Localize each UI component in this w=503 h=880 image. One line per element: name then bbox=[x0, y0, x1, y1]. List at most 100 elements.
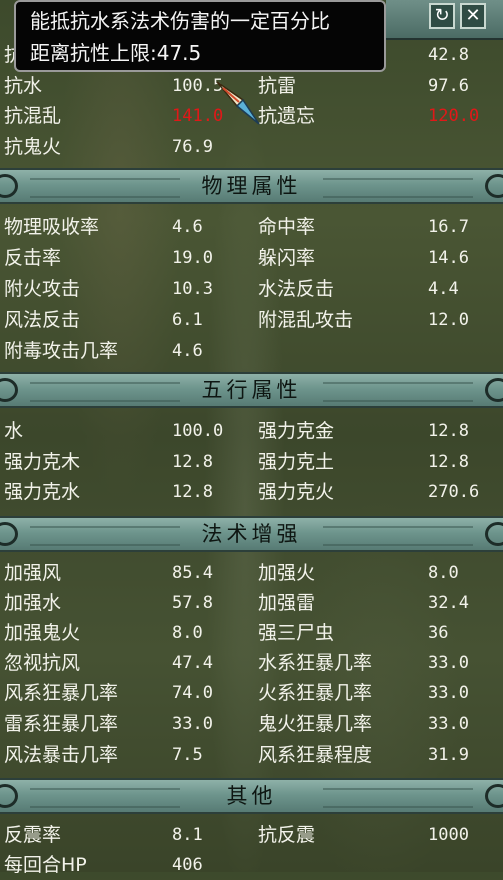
stat-value: 12.8 bbox=[172, 452, 213, 472]
stat-value: 42.8 bbox=[428, 45, 469, 65]
stat-label: 抗鬼火 bbox=[4, 136, 62, 158]
stat-label: 风系狂暴程度 bbox=[258, 744, 373, 766]
stat-value: 4.4 bbox=[428, 279, 459, 299]
stat-value: 47.4 bbox=[172, 653, 213, 673]
stat-value: 12.0 bbox=[428, 310, 469, 330]
stat-value: 33.0 bbox=[428, 714, 469, 734]
close-icon: ✕ bbox=[465, 5, 481, 26]
stat-value: 120.0 bbox=[428, 106, 480, 126]
stat-label: 反震率 bbox=[4, 824, 62, 846]
stat-label: 强力克水 bbox=[4, 481, 81, 503]
stat-label: 风法暴击几率 bbox=[4, 744, 119, 766]
stat-value: 8.0 bbox=[172, 623, 203, 643]
stat-value: 76.9 bbox=[172, 137, 213, 157]
stat-value: 270.6 bbox=[428, 482, 480, 502]
stat-value: 4.6 bbox=[172, 217, 203, 237]
stat-label: 强力克火 bbox=[258, 481, 335, 503]
stat-row: 风法暴击几率 7.5 风系狂暴程度 31.9 bbox=[0, 740, 503, 770]
stat-label: 附混乱攻击 bbox=[258, 309, 354, 331]
stat-value: 85.4 bbox=[172, 563, 213, 583]
section-title: 其他 bbox=[226, 784, 277, 808]
stat-value: 16.7 bbox=[428, 217, 469, 237]
section-header-magic: 法术增强 bbox=[0, 516, 503, 552]
stat-value: 14.6 bbox=[428, 248, 469, 268]
close-button[interactable]: ✕ bbox=[460, 3, 486, 29]
stat-value: 33.0 bbox=[172, 714, 213, 734]
stat-label: 雷系狂暴几率 bbox=[4, 713, 119, 735]
stat-row: 风系狂暴几率 74.0 火系狂暴几率 33.0 bbox=[0, 678, 503, 708]
refresh-button[interactable]: ↻ bbox=[429, 3, 455, 29]
stat-value: 36 bbox=[428, 623, 449, 643]
stat-value: 100.0 bbox=[172, 421, 224, 441]
tooltip: 能抵抗水系法术伤害的一定百分比 距离抗性上限:47.5 bbox=[14, 0, 386, 72]
stat-value: 4.6 bbox=[172, 341, 203, 361]
stat-label: 加强雷 bbox=[258, 592, 316, 614]
stat-value: 1000 bbox=[428, 825, 469, 845]
section-title: 五行属性 bbox=[201, 378, 302, 402]
stat-label: 强三尸虫 bbox=[258, 622, 335, 644]
stat-label: 附火攻击 bbox=[4, 278, 81, 300]
stat-label: 抗遗忘 bbox=[258, 105, 316, 127]
stat-label: 强力克木 bbox=[4, 451, 81, 473]
stat-label: 抗混乱 bbox=[4, 105, 62, 127]
stat-row: 忽视抗风 47.4 水系狂暴几率 33.0 bbox=[0, 648, 503, 678]
stat-row: 强力克木 12.8 强力克土 12.8 bbox=[0, 447, 503, 477]
stat-label: 风系狂暴几率 bbox=[4, 682, 119, 704]
stat-label: 命中率 bbox=[258, 216, 316, 238]
stat-value: 97.6 bbox=[428, 76, 469, 96]
stat-value: 8.0 bbox=[428, 563, 459, 583]
stat-label: 抗反震 bbox=[258, 824, 316, 846]
stat-label: 每回合HP bbox=[4, 854, 87, 876]
stat-label: 加强火 bbox=[258, 562, 316, 584]
stat-label: 水系狂暴几率 bbox=[258, 652, 373, 674]
stat-row: 物理吸收率 4.6 命中率 16.7 bbox=[0, 212, 503, 242]
stat-label: 抗水 bbox=[4, 75, 43, 97]
stat-row: 附毒攻击几率 4.6 bbox=[0, 336, 503, 366]
stat-label: 加强水 bbox=[4, 592, 62, 614]
stat-value: 12.8 bbox=[428, 452, 469, 472]
stat-row: 水 100.0 强力克金 12.8 bbox=[0, 416, 503, 446]
section-header-physical: 物理属性 bbox=[0, 168, 503, 204]
stat-value: 32.4 bbox=[428, 593, 469, 613]
stat-row: 加强鬼火 8.0 强三尸虫 36 bbox=[0, 618, 503, 648]
stat-value: 8.1 bbox=[172, 825, 203, 845]
stat-label: 鬼火狂暴几率 bbox=[258, 713, 373, 735]
tooltip-description: 能抵抗水系法术伤害的一定百分比 bbox=[30, 9, 330, 33]
stat-value: 406 bbox=[172, 855, 203, 875]
section-title: 物理属性 bbox=[201, 174, 302, 198]
pen-cursor-icon bbox=[216, 81, 260, 125]
stat-label: 物理吸收率 bbox=[4, 216, 100, 238]
stat-label: 反击率 bbox=[4, 247, 62, 269]
stat-label: 躲闪率 bbox=[258, 247, 316, 269]
tooltip-resist-cap: 距离抗性上限:47.5 bbox=[30, 41, 202, 65]
stat-value: 31.9 bbox=[428, 745, 469, 765]
stat-row: 每回合HP 406 bbox=[0, 850, 503, 880]
stat-row: 加强风 85.4 加强火 8.0 bbox=[0, 558, 503, 588]
section-title: 法术增强 bbox=[201, 522, 302, 546]
stat-row: 风法反击 6.1 附混乱攻击 12.0 bbox=[0, 305, 503, 335]
title-bar: ↻ ✕ bbox=[386, 0, 503, 40]
stat-value: 57.8 bbox=[172, 593, 213, 613]
stat-value: 74.0 bbox=[172, 683, 213, 703]
stat-value: 6.1 bbox=[172, 310, 203, 330]
stat-value: 12.8 bbox=[428, 421, 469, 441]
stat-row: 反击率 19.0 躲闪率 14.6 bbox=[0, 243, 503, 273]
section-header-other: 其他 bbox=[0, 778, 503, 814]
stat-label: 火系狂暴几率 bbox=[258, 682, 373, 704]
stat-label: 附毒攻击几率 bbox=[4, 340, 119, 362]
stat-label: 加强鬼火 bbox=[4, 622, 81, 644]
stat-label: 风法反击 bbox=[4, 309, 81, 331]
stat-value: 19.0 bbox=[172, 248, 213, 268]
stat-row: 雷系狂暴几率 33.0 鬼火狂暴几率 33.0 bbox=[0, 709, 503, 739]
stat-value: 12.8 bbox=[172, 482, 213, 502]
stat-label: 水 bbox=[4, 420, 24, 442]
stat-label: 加强风 bbox=[4, 562, 62, 584]
stat-row: 附火攻击 10.3 水法反击 4.4 bbox=[0, 274, 503, 304]
stat-row: 强力克水 12.8 强力克火 270.6 bbox=[0, 477, 503, 507]
stat-label: 强力克金 bbox=[258, 420, 335, 442]
stat-row: 反震率 8.1 抗反震 1000 bbox=[0, 820, 503, 850]
attribute-panel: ↻ ✕ 抗 42.8 抗水 100.5 抗雷 97.6 抗混乱 141.0 抗遗… bbox=[0, 0, 503, 876]
stat-value: 33.0 bbox=[428, 653, 469, 673]
stat-label: 忽视抗风 bbox=[4, 652, 81, 674]
stat-value: 33.0 bbox=[428, 683, 469, 703]
